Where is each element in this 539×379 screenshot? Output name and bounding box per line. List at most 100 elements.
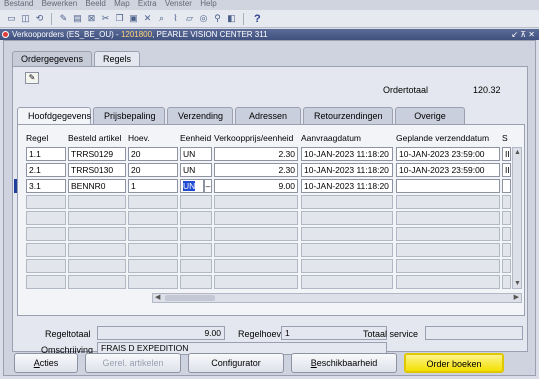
menu-item-venster[interactable]: Venster [165,0,192,8]
regeltotaal-field[interactable]: 9.00 [97,326,225,340]
tab-retourzendingen[interactable]: Retourzendingen [303,107,393,124]
menu-item-beeld[interactable]: Beeld [85,0,105,8]
empty-cell[interactable] [301,195,393,209]
scroll-thumb[interactable] [165,295,215,301]
delete-icon[interactable]: ⊠ [86,13,97,24]
zoom-icon[interactable]: ⚲ [212,13,223,24]
empty-cell[interactable] [396,211,500,225]
empty-cell[interactable] [68,211,126,225]
empty-cell[interactable] [180,275,212,289]
empty-cell[interactable] [180,243,212,257]
empty-cell[interactable] [128,275,178,289]
empty-cell[interactable] [502,211,511,225]
totaal-service-field[interactable] [425,326,523,340]
menu-item-extra[interactable]: Extra [138,0,157,8]
menu-item-help[interactable]: Help [200,0,216,8]
scroll-right-icon[interactable]: ▶ [514,293,519,301]
window-icon[interactable]: ◧ [226,13,237,24]
gerelateerde-artikelen-button[interactable]: Gerel. artikelen [85,353,181,373]
empty-cell[interactable] [396,195,500,209]
empty-cell[interactable] [301,227,393,241]
beschikbaarheid-button[interactable]: Beschikbaarheid [291,353,397,373]
cell-eenheid-active[interactable]: UN [180,179,204,193]
empty-cell[interactable] [301,211,393,225]
attach-icon[interactable]: ⌇ [170,13,181,24]
cell-regel[interactable]: 1.1 [26,147,66,161]
tab-regels[interactable]: Regels [94,51,141,66]
cell-verkoopprijs[interactable]: 9.00 [214,179,298,193]
empty-cell[interactable] [502,275,511,289]
cell-aanvraagdatum[interactable]: 10-JAN-2023 11:18:20 [301,147,393,161]
menu-item-map[interactable]: Map [114,0,130,8]
scroll-left-icon[interactable]: ◀ [155,293,160,301]
empty-cell[interactable] [214,259,298,273]
window-controls[interactable]: ↙ ⊼ ✕ [511,29,535,40]
cut-icon[interactable]: ✂ [100,13,111,24]
print-icon[interactable]: ▤ [72,13,83,24]
empty-cell[interactable] [68,259,126,273]
empty-cell[interactable] [180,211,212,225]
cell-aanvraagdatum[interactable]: 10-JAN-2023 11:18:20 [301,179,393,193]
save-icon[interactable]: ◫ [20,13,31,24]
clear-icon[interactable]: ✕ [142,13,153,24]
switch-icon[interactable]: ✎ [58,13,69,24]
paste-icon[interactable]: ▣ [128,13,139,24]
empty-cell[interactable] [502,259,511,273]
cell-geplande-verzenddatum[interactable]: 10-JAN-2023 23:59:00 [396,163,500,177]
empty-cell[interactable] [396,259,500,273]
order-boeken-button[interactable]: Order boeken [404,353,504,373]
horizontal-scrollbar[interactable]: ◀ ▶ [152,293,522,303]
empty-cell[interactable] [68,243,126,257]
cell-hoev[interactable]: 20 [128,147,178,161]
empty-cell[interactable] [214,243,298,257]
empty-cell[interactable] [502,243,511,257]
empty-cell[interactable] [214,211,298,225]
cell-aanvraagdatum[interactable]: 10-JAN-2023 11:18:20 [301,163,393,177]
lov-button[interactable]: – [204,179,212,193]
menu-item-bewerken[interactable]: Bewerken [42,0,78,8]
empty-cell[interactable] [26,211,66,225]
folder-open-icon[interactable]: ▭ [6,13,17,24]
cell-status[interactable]: II [502,163,511,177]
empty-cell[interactable] [301,259,393,273]
empty-cell[interactable] [128,243,178,257]
cell-verkoopprijs[interactable]: 2.30 [214,163,298,177]
empty-cell[interactable] [396,243,500,257]
empty-cell[interactable] [68,275,126,289]
empty-cell[interactable] [180,259,212,273]
tab-ordergegevens[interactable]: Ordergegevens [12,51,93,66]
cell-status[interactable]: II [502,147,511,161]
cell-besteld-artikel[interactable]: TRRS0129 [68,147,126,161]
configurator-button[interactable]: Configurator [188,353,284,373]
cell-hoev[interactable]: 20 [128,163,178,177]
cell-eenheid[interactable]: UN [180,163,212,177]
empty-cell[interactable] [68,195,126,209]
empty-cell[interactable] [128,211,178,225]
empty-cell[interactable] [396,227,500,241]
cell-regel[interactable]: 2.1 [26,163,66,177]
empty-cell[interactable] [214,195,298,209]
cell-status[interactable] [502,179,511,193]
empty-cell[interactable] [214,275,298,289]
empty-cell[interactable] [26,243,66,257]
scroll-down-icon[interactable]: ▼ [514,280,521,287]
cell-besteld-artikel[interactable]: BENNR0 [68,179,126,193]
cell-eenheid[interactable]: UN [180,147,212,161]
vertical-scrollbar[interactable]: ▲ ▼ [512,147,522,289]
edit-form-icon[interactable]: ✎ [25,72,39,84]
empty-cell[interactable] [214,227,298,241]
empty-cell[interactable] [26,259,66,273]
scroll-up-icon[interactable]: ▲ [514,149,521,156]
find-icon[interactable]: ⌕ [156,13,167,24]
empty-cell[interactable] [128,259,178,273]
tab-adressen[interactable]: Adressen [235,107,301,124]
empty-cell[interactable] [502,195,511,209]
help-icon[interactable]: ? [254,13,261,25]
refresh-icon[interactable]: ⟲ [34,13,45,24]
empty-cell[interactable] [128,195,178,209]
cell-hoev[interactable]: 1 [128,179,178,193]
empty-cell[interactable] [301,275,393,289]
empty-cell[interactable] [128,227,178,241]
empty-cell[interactable] [68,227,126,241]
acties-button[interactable]: Acties [14,353,78,373]
